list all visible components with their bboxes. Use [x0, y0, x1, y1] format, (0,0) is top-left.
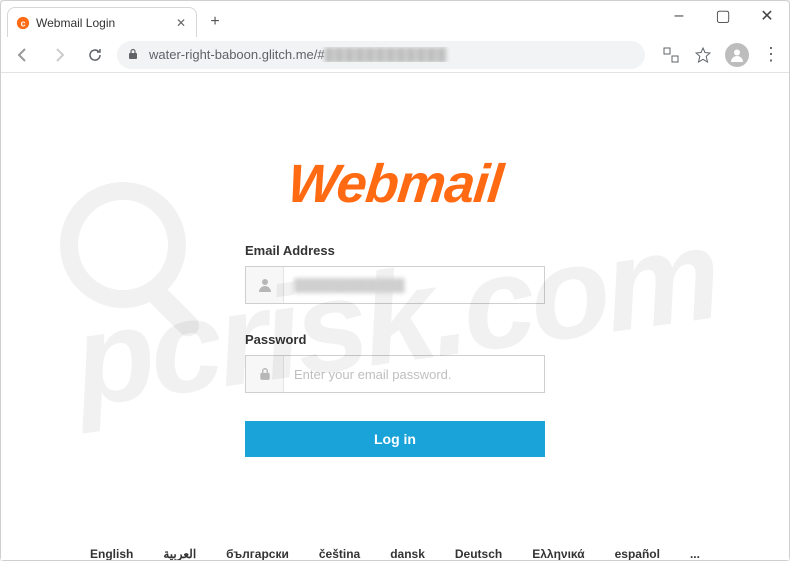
lang-option[interactable]: English [90, 547, 133, 560]
lang-option[interactable]: čeština [319, 547, 360, 560]
password-label: Password [245, 332, 545, 347]
translate-icon[interactable] [661, 45, 681, 65]
browser-toolbar: water-right-baboon.glitch.me/#██████████… [1, 37, 789, 73]
lang-option[interactable]: български [226, 547, 289, 560]
password-input-wrap [245, 355, 545, 393]
minimize-button[interactable]: – [657, 1, 701, 31]
maximize-button[interactable]: ▢ [701, 1, 745, 31]
email-input-wrap [245, 266, 545, 304]
login-form: Webmail Email Address Password [1, 73, 789, 560]
url-host: water-right-baboon.glitch.me [149, 47, 314, 62]
browser-window: c Webmail Login ✕ + – ▢ ✕ [0, 0, 790, 561]
email-label: Email Address [245, 243, 545, 258]
close-window-button[interactable]: ✕ [745, 1, 789, 31]
lang-more[interactable]: ... [690, 547, 700, 560]
tab-title: Webmail Login [36, 16, 168, 30]
lang-option[interactable]: العربية [163, 547, 196, 560]
tab-favicon-icon: c [16, 16, 30, 30]
bookmark-star-icon[interactable] [693, 45, 713, 65]
browser-tab[interactable]: c Webmail Login ✕ [7, 7, 197, 37]
toolbar-right: ⋮ [653, 43, 781, 67]
password-input[interactable] [284, 356, 544, 392]
lock-icon [127, 48, 141, 62]
address-bar[interactable]: water-right-baboon.glitch.me/#██████████… [117, 41, 645, 69]
url-path: /# [314, 47, 325, 62]
tabstrip: c Webmail Login ✕ + [1, 1, 657, 37]
browser-menu-icon[interactable]: ⋮ [761, 45, 781, 65]
lang-option[interactable]: Ελληνικά [532, 547, 584, 560]
profile-avatar-icon[interactable] [725, 43, 749, 67]
svg-text:c: c [21, 18, 26, 28]
new-tab-button[interactable]: + [203, 10, 227, 34]
lang-option[interactable]: español [615, 547, 660, 560]
url-redacted: ████████████ [325, 47, 448, 62]
webmail-logo: Webmail [285, 153, 506, 215]
page-content: pcrisk.com Webmail Email Address Passwor… [1, 73, 789, 560]
lock-field-icon [246, 356, 284, 392]
forward-button[interactable] [45, 41, 73, 69]
lang-option[interactable]: dansk [390, 547, 425, 560]
lang-option[interactable]: Deutsch [455, 547, 502, 560]
person-icon [246, 267, 284, 303]
login-button[interactable]: Log in [245, 421, 545, 457]
language-bar: English العربية български čeština dansk … [1, 547, 789, 560]
url-text: water-right-baboon.glitch.me/#██████████… [149, 47, 635, 62]
titlebar: c Webmail Login ✕ + – ▢ ✕ [1, 1, 789, 37]
password-group: Password [245, 332, 545, 393]
tab-close-icon[interactable]: ✕ [174, 16, 188, 30]
reload-button[interactable] [81, 41, 109, 69]
window-controls: – ▢ ✕ [657, 1, 789, 31]
back-button[interactable] [9, 41, 37, 69]
email-group: Email Address [245, 243, 545, 304]
email-input[interactable] [284, 267, 544, 303]
